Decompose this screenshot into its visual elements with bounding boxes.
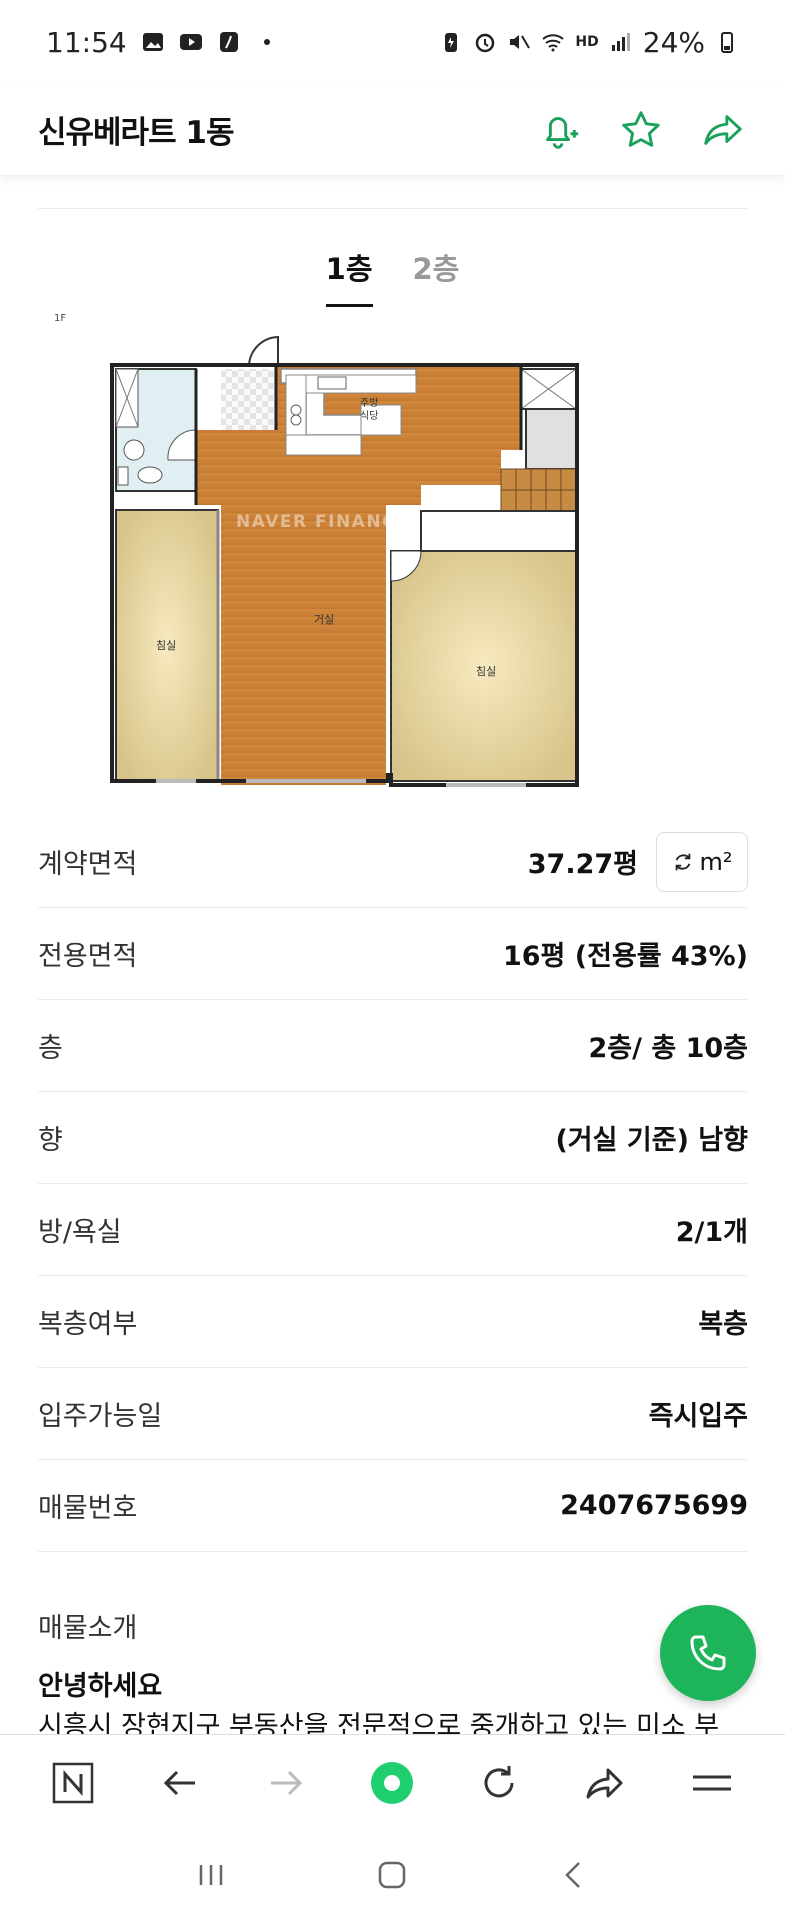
room-label-bedroom-left: 침실 (156, 639, 176, 652)
detail-label: 계약면적 (38, 849, 138, 880)
more-notifications-icon (255, 30, 279, 54)
hd-voice-label: HD (575, 34, 599, 50)
detail-row-floor: 층 2층/ 총 10층 (38, 1000, 748, 1092)
battery-icon (715, 30, 739, 54)
chevron-left-icon (565, 1862, 581, 1888)
detail-value: 16평 (전용률 43%) (502, 941, 748, 972)
share-button[interactable] (699, 106, 747, 154)
system-nav-bar (0, 1830, 785, 1920)
bell-plus-icon (546, 116, 579, 149)
divider (38, 208, 748, 209)
battery-percent: 24% (642, 25, 705, 59)
detail-label: 복층여부 (38, 1309, 138, 1340)
tab-floor-2[interactable]: 2층 (413, 246, 460, 307)
add-alert-button[interactable] (535, 106, 583, 154)
arrow-left-icon (163, 1770, 195, 1795)
intro-text: 시흥시 장현지구 부동산을 전문적으로 중개하고 있는 미소 부 (38, 1711, 720, 1734)
green-dot-icon (371, 1761, 414, 1804)
wifi-icon (541, 30, 565, 54)
youtube-icon (179, 30, 203, 54)
arrow-right-icon (271, 1770, 303, 1795)
detail-label: 입주가능일 (38, 1401, 163, 1432)
detail-value: (거실 기준) 남향 (555, 1125, 748, 1156)
room-label-living: 거실 (314, 613, 334, 626)
share-page-button[interactable] (577, 1755, 633, 1811)
share-icon (586, 1768, 623, 1798)
tab-floor-1[interactable]: 1층 (325, 246, 373, 307)
detail-value: 2층/ 총 10층 (588, 1033, 748, 1064)
detail-row-contract-area: 계약면적 37.27평 m² (38, 816, 748, 908)
unit-toggle-label: m² (699, 847, 733, 876)
mute-icon (507, 30, 531, 54)
detail-label: 전용면적 (38, 941, 138, 972)
refresh-button[interactable] (471, 1755, 527, 1811)
app-notification-icon (217, 30, 241, 54)
room-label-bedroom-right: 침실 (476, 665, 496, 678)
home-icon (379, 1861, 406, 1889)
menu-button[interactable] (684, 1755, 740, 1811)
signal-icon (609, 30, 633, 54)
watermark-text: NAVER FINANCIAL (236, 512, 431, 532)
battery-saver-icon (439, 30, 463, 54)
reload-icon (484, 1765, 514, 1797)
intro-section-label: 매물소개 (38, 1613, 138, 1644)
browser-toolbar (0, 1734, 785, 1830)
detail-value: 즉시입주 (648, 1401, 748, 1432)
detail-label: 매물번호 (38, 1493, 138, 1524)
naver-n-icon (52, 1762, 94, 1803)
detail-label: 향 (38, 1125, 63, 1156)
status-time: 11:54 (46, 25, 127, 59)
page-title: 신유베라트 1동 (38, 115, 234, 151)
detail-row-move-in-date: 입주가능일 즉시입주 (38, 1368, 748, 1460)
recents-icon (199, 1865, 223, 1885)
detail-row-duplex: 복층여부 복층 (38, 1276, 748, 1368)
refresh-icon (675, 853, 690, 870)
unit-toggle-button[interactable]: m² (656, 831, 748, 892)
app-header: 신유베라트 1동 (0, 84, 785, 176)
call-button[interactable] (660, 1605, 756, 1701)
detail-label: 방/욕실 (38, 1217, 122, 1248)
detail-value: 37.27평 (527, 849, 638, 880)
room-label-dining: 식당 (360, 410, 378, 422)
detail-value: 2/1개 (675, 1217, 748, 1248)
detail-label: 층 (38, 1033, 63, 1064)
detail-row-exclusive-area: 전용면적 16평 (전용률 43%) (38, 908, 748, 1000)
hamburger-menu-icon (692, 1775, 731, 1790)
system-back-button[interactable] (546, 1847, 602, 1903)
room-label-kitchen: 주방 (360, 397, 378, 409)
green-dot-button[interactable] (364, 1755, 420, 1811)
detail-row-rooms-baths: 방/욕실 2/1개 (38, 1184, 748, 1276)
star-icon (622, 110, 660, 147)
recent-apps-button[interactable] (183, 1847, 239, 1903)
home-button[interactable] (364, 1847, 420, 1903)
detail-value: 복층 (698, 1309, 748, 1340)
forward-button[interactable] (258, 1755, 314, 1811)
detail-value: 2407675699 (560, 1490, 748, 1521)
back-button[interactable] (152, 1755, 208, 1811)
detail-row-listing-number: 매물번호 2407675699 (38, 1460, 748, 1552)
detail-row-direction: 향 (거실 기준) 남향 (38, 1092, 748, 1184)
phone-icon (690, 1635, 726, 1671)
favorite-button[interactable] (617, 106, 665, 154)
floorplan-image: 1F 주방 식당 NAVER FINANCIAL 침실 거실 침실 (46, 305, 686, 815)
floor-tabs: 1층 2층 (0, 246, 785, 307)
gallery-icon (141, 30, 165, 54)
intro-greeting: 안녕하세요 (38, 1671, 163, 1702)
naver-home-button[interactable] (45, 1755, 101, 1811)
share-arrow-icon (704, 114, 742, 145)
alarm-icon (473, 30, 497, 54)
property-details: 계약면적 37.27평 m² 전용면적 16평 (전용률 43%) 층 2층/ … (38, 816, 748, 1552)
floor-level-label: 1F (54, 313, 66, 324)
status-bar: 11:54 HD 24% (0, 0, 785, 84)
